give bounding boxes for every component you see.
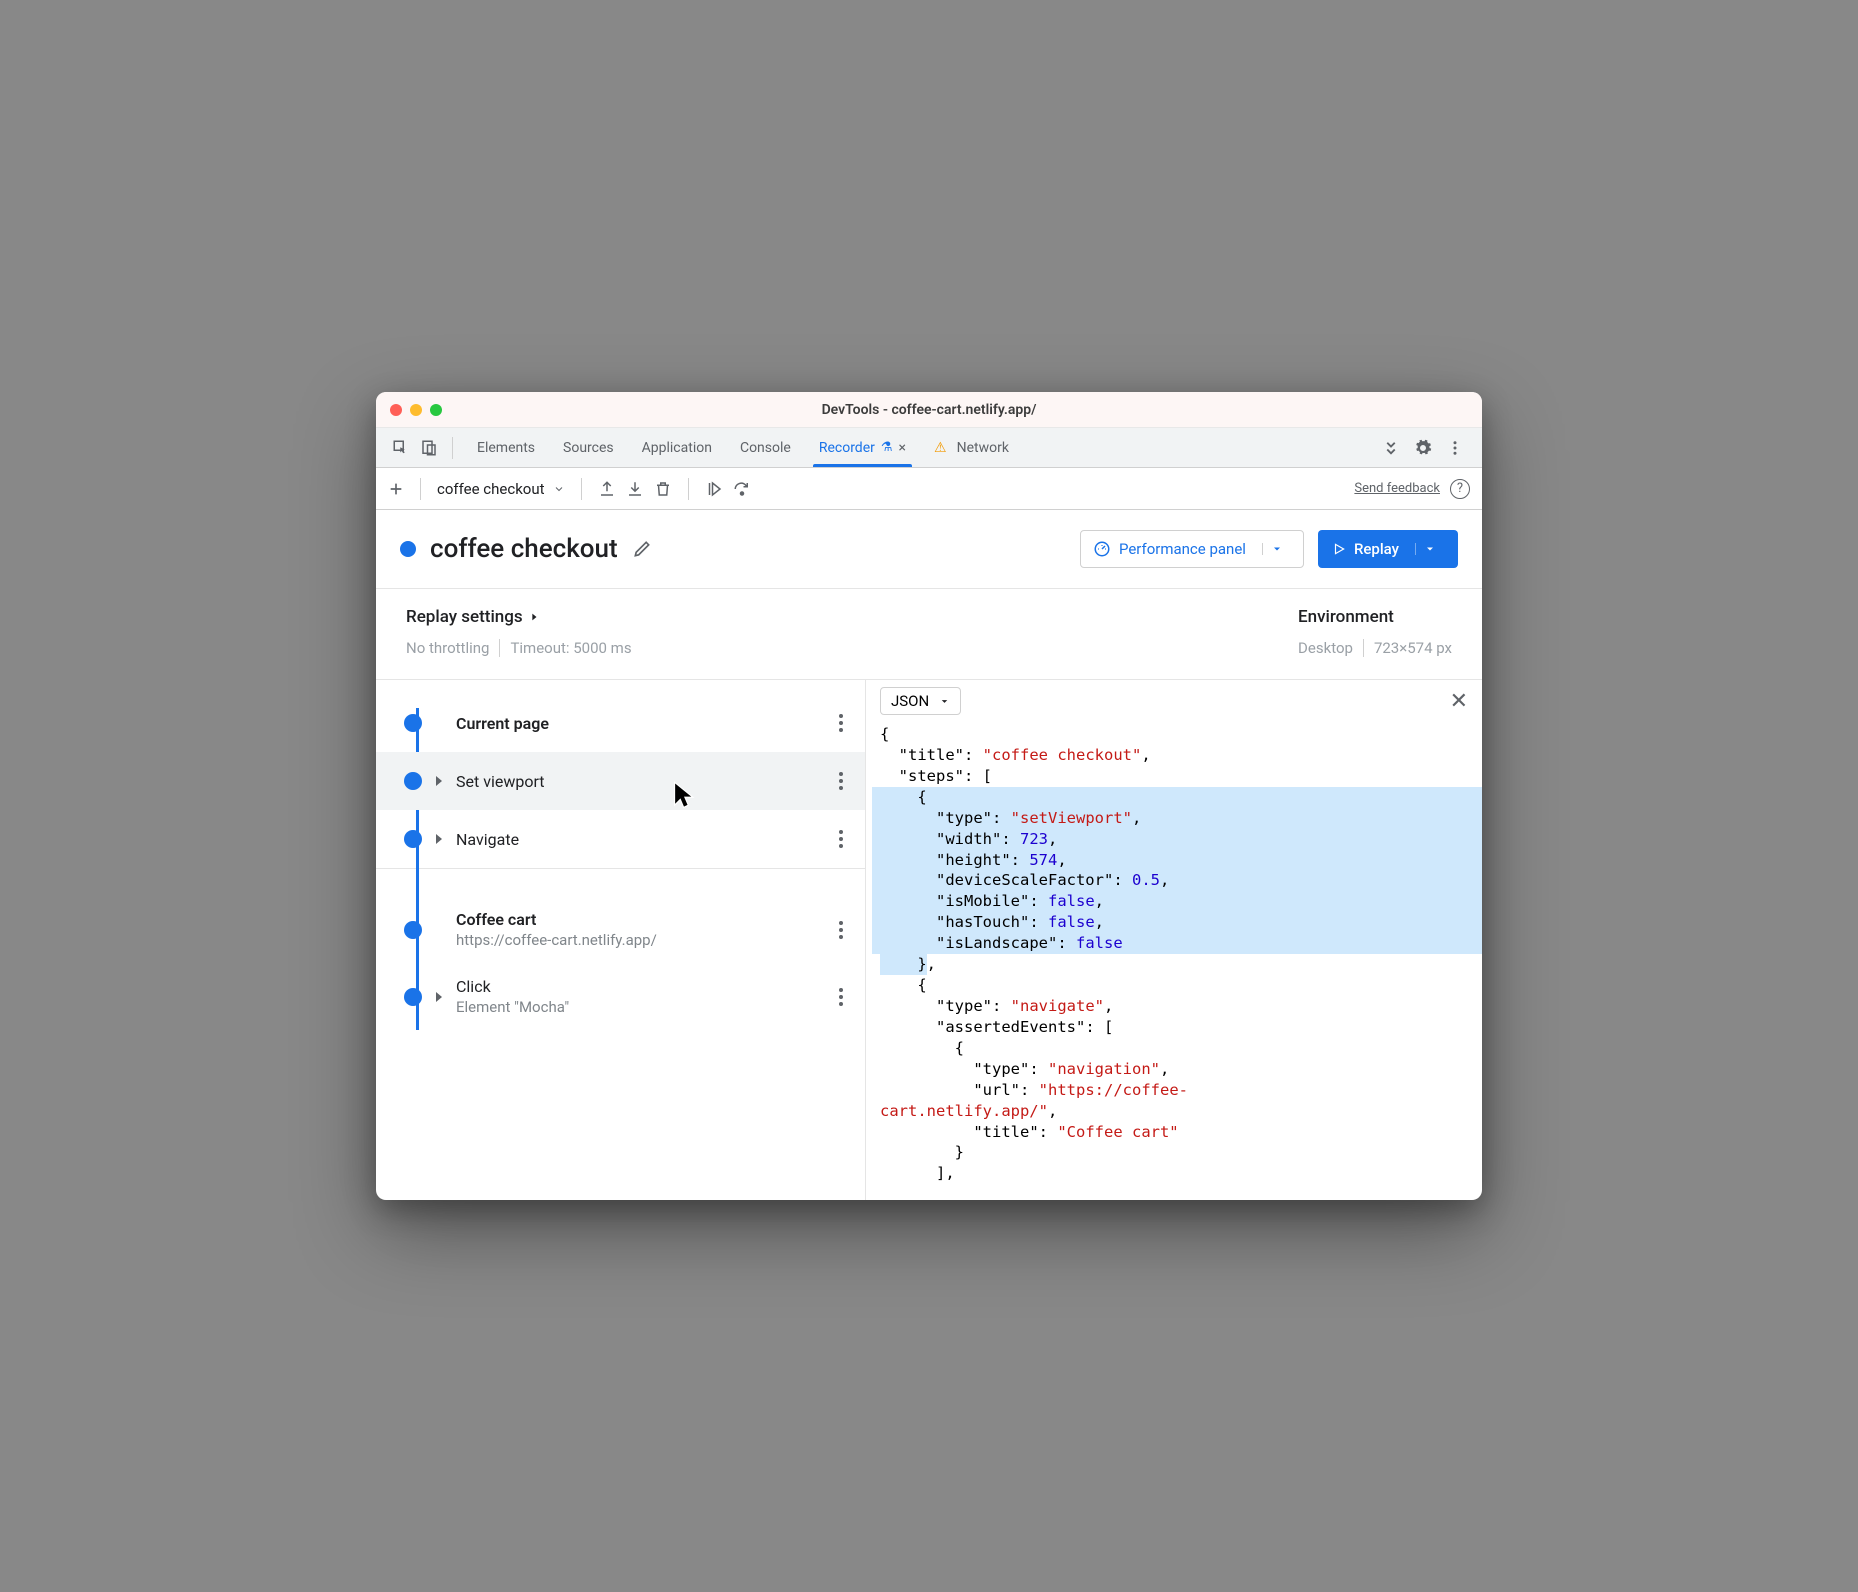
caret-right-icon <box>529 612 539 622</box>
tab-application[interactable]: Application <box>628 428 726 467</box>
window-title: DevTools - coffee-cart.netlify.app/ <box>376 402 1482 418</box>
kebab-menu-icon[interactable] <box>1446 439 1464 457</box>
more-tabs-icon[interactable] <box>1382 439 1400 457</box>
step-node-icon <box>404 772 422 790</box>
step-icon[interactable] <box>705 480 723 498</box>
device-value: Desktop <box>1298 639 1353 657</box>
tab-console[interactable]: Console <box>726 428 805 467</box>
step-node-icon <box>404 714 422 732</box>
timeout-value: Timeout: 5000 ms <box>510 639 631 657</box>
step-title: Coffee cart <box>456 910 819 929</box>
step-menu-icon[interactable] <box>833 708 849 738</box>
replay-settings-label: Replay settings <box>406 607 523 627</box>
edit-pencil-icon[interactable] <box>632 539 652 559</box>
recording-header: coffee checkout Performance panel Replay <box>376 510 1482 589</box>
step-title: Navigate <box>456 830 819 849</box>
step-menu-icon[interactable] <box>833 915 849 945</box>
caret-down-icon <box>1271 543 1283 555</box>
settings-row: Replay settings No throttling Timeout: 5… <box>376 589 1482 680</box>
replay-dropdown[interactable] <box>1415 543 1444 555</box>
step-node-icon <box>404 830 422 848</box>
tab-label: Elements <box>477 440 535 456</box>
performance-panel-label: Performance panel <box>1119 540 1246 558</box>
expand-arrow-icon[interactable] <box>436 834 442 844</box>
export-icon[interactable] <box>598 480 616 498</box>
step-row[interactable]: Coffee cart https://coffee-cart.netlify.a… <box>376 896 865 963</box>
environment-label: Environment <box>1298 607 1452 627</box>
tab-elements[interactable]: Elements <box>463 428 549 467</box>
caret-down-icon <box>939 696 950 707</box>
inspect-element-icon[interactable] <box>392 439 410 457</box>
code-panel: JSON ✕ { "title": "coffee checkout", "st… <box>866 680 1482 1200</box>
step-node-icon <box>404 988 422 1006</box>
import-icon[interactable] <box>626 480 644 498</box>
step-over-icon[interactable] <box>733 480 751 498</box>
close-tab-icon[interactable]: × <box>899 440 906 456</box>
step-menu-icon[interactable] <box>833 824 849 854</box>
tab-label: Console <box>740 440 791 456</box>
caret-down-icon <box>1424 543 1436 555</box>
delete-icon[interactable] <box>654 480 672 498</box>
performance-panel-dropdown[interactable] <box>1262 543 1291 555</box>
chevron-down-icon <box>553 483 565 495</box>
throttle-value: No throttling <box>406 639 489 657</box>
device-toggle-icon[interactable] <box>420 439 438 457</box>
titlebar: DevTools - coffee-cart.netlify.app/ <box>376 392 1482 428</box>
tab-label: Network <box>957 440 1009 456</box>
step-menu-icon[interactable] <box>833 766 849 796</box>
step-node-icon <box>404 921 422 939</box>
settings-gear-icon[interactable] <box>1414 439 1432 457</box>
code-viewer[interactable]: { "title": "coffee checkout", "steps": [… <box>866 722 1482 1200</box>
viewport-value: 723×574 px <box>1374 639 1452 657</box>
step-title: Click <box>456 977 819 996</box>
tab-label: Application <box>642 440 712 456</box>
gauge-icon <box>1093 540 1111 558</box>
step-row[interactable]: Click Element "Mocha" <box>376 963 865 1030</box>
step-title: Current page <box>456 714 819 733</box>
format-label: JSON <box>891 692 929 710</box>
expand-arrow-icon[interactable] <box>436 992 442 1002</box>
send-feedback-link[interactable]: Send feedback <box>1354 481 1440 496</box>
replay-settings-toggle[interactable]: Replay settings <box>406 607 1298 627</box>
performance-panel-button[interactable]: Performance panel <box>1080 530 1304 568</box>
close-code-button[interactable]: ✕ <box>1450 689 1468 714</box>
play-icon <box>1332 542 1346 556</box>
help-icon[interactable]: ? <box>1450 479 1470 499</box>
step-title: Set viewport <box>456 772 819 791</box>
tab-label: Sources <box>563 440 614 456</box>
main-tabbar: Elements Sources Application Console Recorde… <box>376 428 1482 468</box>
step-subtitle: Element "Mocha" <box>456 998 819 1016</box>
tab-network[interactable]: ⚠ Network <box>920 428 1023 467</box>
step-menu-icon[interactable] <box>833 982 849 1012</box>
expand-arrow-icon[interactable] <box>436 776 442 786</box>
recording-name-label: coffee checkout <box>437 480 545 498</box>
format-selector[interactable]: JSON <box>880 687 961 715</box>
new-recording-icon[interactable] <box>388 481 404 497</box>
step-row[interactable]: Current page <box>376 694 865 752</box>
recording-title: coffee checkout <box>430 534 618 564</box>
steps-panel: Current page Set viewport Navigate Coffee c… <box>376 680 866 1200</box>
step-subtitle: https://coffee-cart.netlify.app/ <box>456 931 819 949</box>
tab-label: Recorder <box>819 440 875 456</box>
replay-button[interactable]: Replay <box>1318 530 1458 568</box>
tab-recorder[interactable]: Recorder ⚗ × <box>805 428 920 467</box>
experiment-icon: ⚗ <box>881 440 893 455</box>
recorder-toolbar: coffee checkout Send feedback ? <box>376 468 1482 510</box>
tab-sources[interactable]: Sources <box>549 428 628 467</box>
replay-label: Replay <box>1354 540 1399 558</box>
status-dot-icon <box>400 541 416 557</box>
warning-icon: ⚠ <box>934 440 947 456</box>
devtools-window: DevTools - coffee-cart.netlify.app/ Elem… <box>376 392 1482 1200</box>
step-row[interactable]: Set viewport <box>376 752 865 810</box>
step-row[interactable]: Navigate <box>376 810 865 868</box>
recording-selector[interactable]: coffee checkout <box>437 480 565 498</box>
